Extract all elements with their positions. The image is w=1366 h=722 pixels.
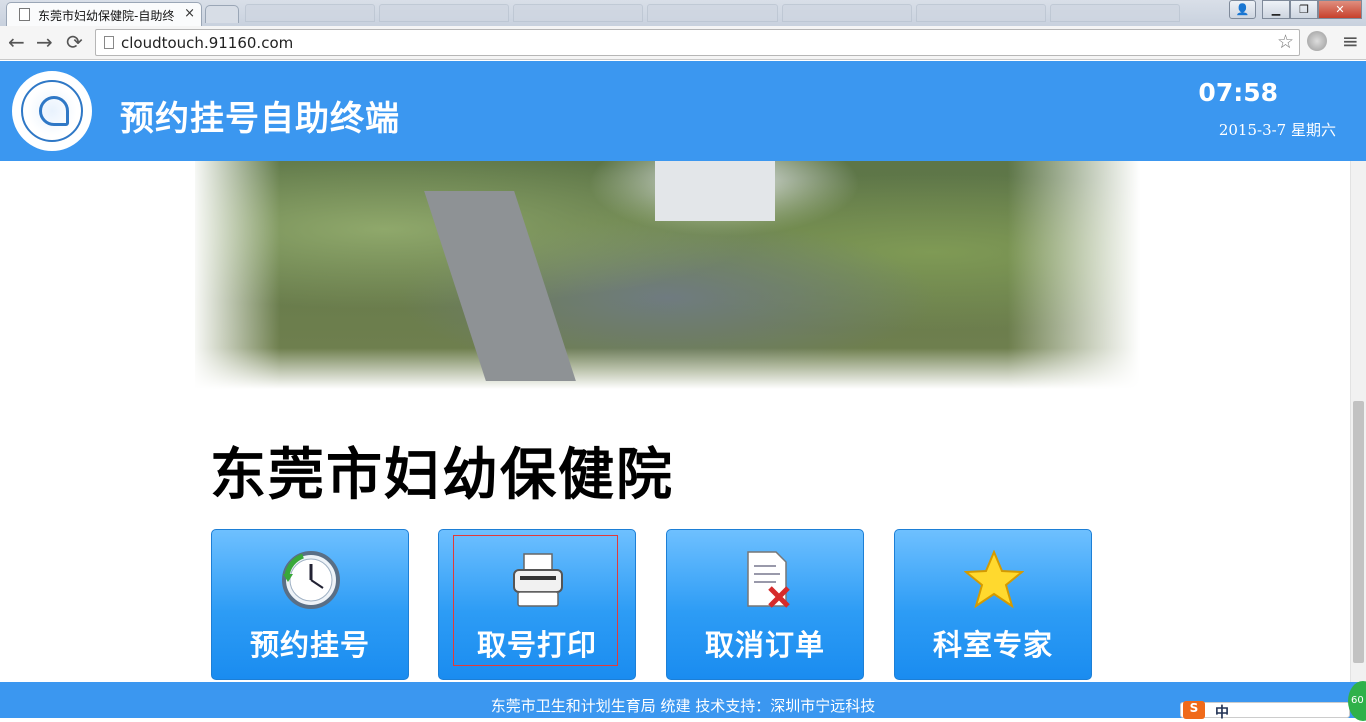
ime-toolbar[interactable]: S 中	[1180, 701, 1350, 721]
banner-road	[424, 191, 576, 381]
close-window-button[interactable]: ✕	[1318, 0, 1362, 19]
menu-icon[interactable]: ≡	[1342, 29, 1359, 53]
tab-title: 东莞市妇幼保健院-自助终	[38, 9, 175, 23]
background-tab[interactable]	[1049, 4, 1180, 22]
ime-mode[interactable]: 中	[1215, 702, 1229, 722]
function-tiles: 预约挂号 取号打印 取消订单 科室专家	[211, 529, 1092, 680]
banner-building	[655, 161, 775, 221]
browser-tabstrip: 东莞市妇幼保健院-自助终 × 👤 ▁ ❐ ✕	[0, 0, 1366, 26]
hospital-logo	[12, 71, 92, 151]
background-tab[interactable]	[379, 4, 510, 22]
appointment-button[interactable]: 预约挂号	[211, 529, 409, 680]
logo-mark-icon	[39, 96, 69, 126]
url-text[interactable]: cloudtouch.91160.com	[121, 34, 293, 52]
bookmark-star-icon[interactable]: ☆	[1277, 31, 1294, 53]
ticket-print-button[interactable]: 取号打印	[438, 529, 636, 680]
address-bar[interactable]: cloudtouch.91160.com ☆	[95, 29, 1300, 56]
page-icon	[19, 8, 30, 21]
footer-text: 东莞市卫生和计划生育局 统建 技术支持：深圳市宁远科技	[490, 697, 876, 715]
app-footer: 东莞市卫生和计划生育局 统建 技术支持：深圳市宁远科技	[0, 682, 1366, 718]
cancel-order-button[interactable]: 取消订单	[666, 529, 864, 680]
tile-label: 取消订单	[704, 628, 825, 662]
new-tab-button[interactable]	[205, 5, 239, 23]
forward-icon[interactable]: →	[36, 30, 53, 54]
maximize-button[interactable]: ❐	[1290, 0, 1318, 19]
app-header: 预约挂号自助终端 07:58 2015-3-7 星期六	[0, 61, 1366, 161]
clock-time: 07:58	[1198, 78, 1278, 107]
background-tab[interactable]	[245, 4, 376, 22]
cancel-document-icon	[747, 551, 790, 608]
background-tab[interactable]	[513, 4, 644, 22]
hospital-name: 东莞市妇幼保健院	[210, 443, 674, 508]
page-icon	[104, 36, 114, 49]
logo-seal	[21, 80, 83, 142]
back-icon[interactable]: ←	[8, 30, 25, 54]
user-icon[interactable]: 👤	[1229, 0, 1256, 19]
clock-date: 2015-3-7 星期六	[1218, 121, 1336, 139]
background-tab[interactable]	[915, 4, 1046, 22]
background-tab[interactable]	[781, 4, 912, 22]
printer-icon	[513, 553, 563, 607]
page-scrollbar[interactable]	[1350, 161, 1366, 682]
minimize-button[interactable]: ▁	[1262, 0, 1290, 19]
hospital-banner-image	[195, 161, 1140, 389]
background-tabs	[245, 4, 1180, 22]
tile-label: 预约挂号	[249, 628, 370, 662]
tile-label: 取号打印	[476, 628, 597, 662]
department-experts-button[interactable]: 科室专家	[894, 529, 1092, 680]
browser-tab-active[interactable]: 东莞市妇幼保健院-自助终 ×	[6, 2, 202, 26]
tile-label: 科室专家	[932, 628, 1053, 662]
background-tab[interactable]	[647, 4, 778, 22]
browser-toolbar: ← → ⟳ cloudtouch.91160.com ☆ ≡	[0, 26, 1366, 60]
reload-icon[interactable]: ⟳	[66, 30, 83, 54]
star-icon	[964, 550, 1024, 609]
tab-close-icon[interactable]: ×	[184, 6, 195, 21]
scroll-thumb[interactable]	[1353, 401, 1364, 663]
app-title: 预约挂号自助终端	[120, 99, 400, 139]
extension-globe-icon[interactable]	[1307, 31, 1327, 51]
ime-logo-icon: S	[1183, 701, 1205, 719]
clock-icon	[282, 551, 340, 609]
window-controls: 👤 ▁ ❐ ✕	[1229, 0, 1362, 19]
